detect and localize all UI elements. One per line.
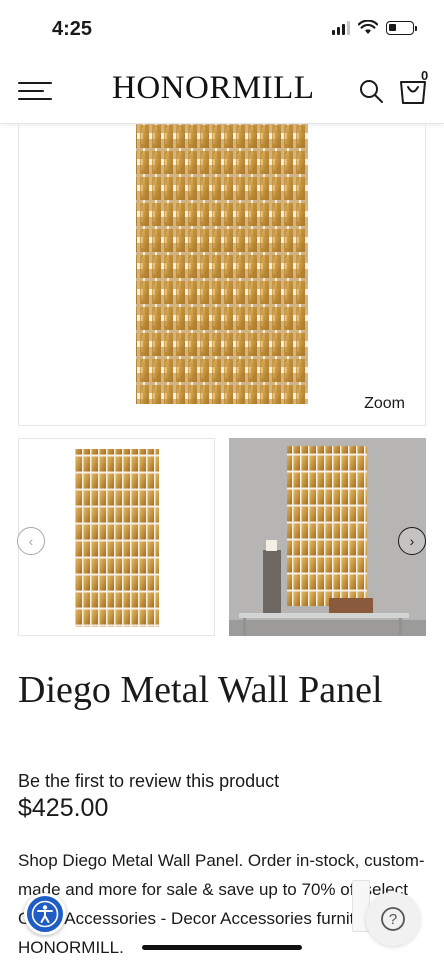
accessibility-icon <box>31 900 59 928</box>
wall-panel-image <box>136 124 308 404</box>
cellular-signal-icon <box>332 20 350 35</box>
search-icon[interactable] <box>358 78 384 104</box>
wifi-icon <box>358 20 378 34</box>
thumbnail-product-image <box>75 449 159 627</box>
battery-icon <box>386 20 417 35</box>
main-product-image[interactable]: Zoom <box>18 124 426 426</box>
product-price: $425.00 <box>18 794 109 822</box>
cart-count-badge-display: 0 <box>421 68 429 83</box>
home-indicator <box>142 945 302 950</box>
zoom-button[interactable]: Zoom <box>364 395 405 413</box>
accessibility-button[interactable] <box>24 893 66 935</box>
chevron-right-icon: › <box>409 533 415 549</box>
brand-logo[interactable]: HONORMILL <box>112 70 314 107</box>
thumbnail-room-scene[interactable] <box>229 438 426 636</box>
help-icon: ? <box>381 907 405 931</box>
help-button[interactable]: ? <box>366 892 420 946</box>
carousel-next-button[interactable]: › <box>398 527 426 555</box>
site-header: HONORMILL 0 <box>0 56 444 124</box>
status-bar: 4:25 <box>0 0 444 56</box>
svg-text:?: ? <box>389 911 397 928</box>
product-title: Diego Metal Wall Panel <box>18 669 383 711</box>
status-icons <box>332 20 417 35</box>
hamburger-menu-icon[interactable] <box>18 82 52 104</box>
carousel-prev-button[interactable]: ‹ <box>17 527 45 555</box>
review-link[interactable]: Be the first to review this product <box>18 771 279 792</box>
chevron-left-icon: ‹ <box>28 533 34 549</box>
thumbnail-room-scene-image <box>229 438 426 636</box>
status-time: 4:25 <box>52 18 93 40</box>
thumbnail-product[interactable] <box>18 438 215 636</box>
